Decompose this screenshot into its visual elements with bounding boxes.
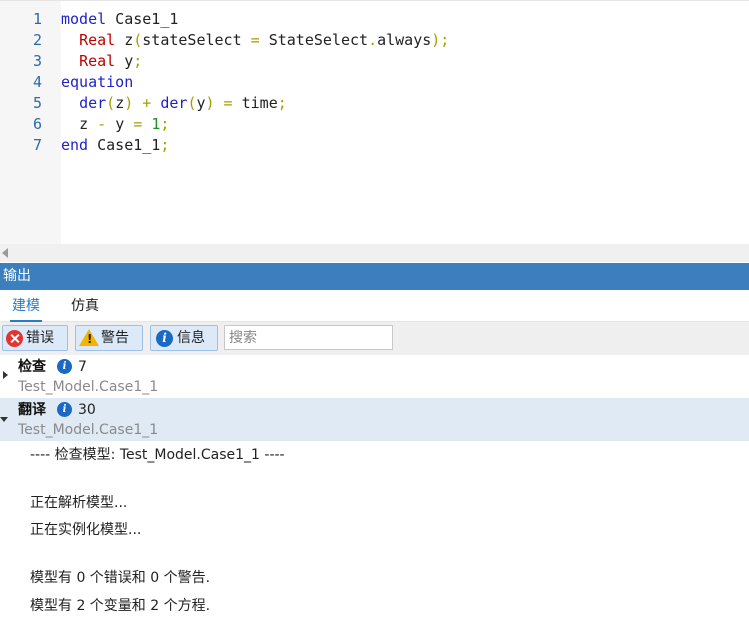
line-number: 1 bbox=[32, 10, 42, 28]
code-token: z bbox=[79, 115, 89, 133]
code-token: . bbox=[368, 31, 378, 49]
code-token: 1 bbox=[151, 115, 161, 133]
collapse-caret-icon[interactable] bbox=[0, 417, 8, 422]
output-toolbar: 错误 ! 警告 i 信息 bbox=[0, 322, 749, 355]
message-group-translate[interactable]: 翻译 i 30 Test_Model.Case1_1 bbox=[0, 398, 749, 441]
log-message: 模型有 0 个错误和 0 个警告. bbox=[30, 570, 211, 586]
code-line-3[interactable]: Real y; bbox=[61, 51, 142, 72]
line-number: 2 bbox=[32, 31, 42, 49]
message-group-title: 检查 bbox=[18, 359, 46, 375]
message-group-model: Test_Model.Case1_1 bbox=[18, 422, 159, 438]
scroll-left-arrow-icon[interactable] bbox=[2, 248, 8, 258]
search-input[interactable] bbox=[224, 325, 393, 350]
code-token: z bbox=[115, 31, 134, 49]
tab-simulation[interactable]: 仿真 bbox=[69, 291, 101, 322]
message-count: 7 bbox=[78, 359, 87, 375]
code-token: - bbox=[88, 115, 116, 133]
code-line-4[interactable]: equation bbox=[61, 72, 133, 93]
line-number: 3 bbox=[32, 52, 42, 70]
code-token: y bbox=[115, 52, 134, 70]
code-token: end bbox=[61, 136, 89, 154]
info-icon: i bbox=[156, 330, 173, 347]
code-token: ); bbox=[431, 31, 450, 49]
code-token: ; bbox=[160, 115, 170, 133]
code-line-1[interactable]: model Case1_1 bbox=[61, 9, 178, 30]
log-message: 模型有 2 个变量和 2 个方程. bbox=[30, 598, 211, 614]
warnings-filter-button[interactable]: ! 警告 bbox=[75, 325, 143, 351]
code-token: model bbox=[61, 10, 107, 28]
message-group-title: 翻译 bbox=[18, 402, 46, 418]
message-group-check[interactable]: 检查 i 7 Test_Model.Case1_1 bbox=[0, 355, 749, 398]
code-token: always bbox=[377, 31, 432, 49]
errors-filter-button[interactable]: 错误 bbox=[2, 325, 68, 351]
code-token: equation bbox=[61, 73, 134, 91]
info-filter-label: 信息 bbox=[177, 330, 205, 346]
code-token: time bbox=[241, 94, 278, 112]
code-token: ( bbox=[106, 94, 116, 112]
code-token: der bbox=[79, 94, 107, 112]
horizontal-scrollbar[interactable] bbox=[0, 244, 749, 262]
info-filter-button[interactable]: i 信息 bbox=[150, 325, 218, 351]
code-token: = bbox=[124, 115, 152, 133]
line-number: 5 bbox=[32, 94, 42, 112]
code-token: stateSelect bbox=[142, 31, 242, 49]
code-token: y bbox=[196, 94, 206, 112]
code-token: StateSelect bbox=[268, 31, 369, 49]
code-token: z bbox=[115, 94, 125, 112]
message-group-model: Test_Model.Case1_1 bbox=[18, 379, 159, 395]
code-token: ( bbox=[133, 31, 143, 49]
code-token: Case1_1 bbox=[106, 10, 179, 28]
warning-mark: ! bbox=[87, 332, 93, 346]
log-message: ---- 检查模型: Test_Model.Case1_1 ---- bbox=[30, 447, 285, 463]
log-message: 正在解析模型... bbox=[30, 495, 128, 511]
line-number: 7 bbox=[32, 136, 42, 154]
output-tabs: 建模 仿真 bbox=[0, 291, 749, 322]
code-token: y bbox=[115, 115, 125, 133]
code-line-5[interactable]: der(z) + der(y) = time; bbox=[61, 93, 287, 114]
code-token: ; bbox=[133, 52, 143, 70]
code-line-6[interactable]: z - y = 1; bbox=[61, 114, 169, 135]
code-token: Real bbox=[79, 52, 116, 70]
line-number: 6 bbox=[32, 115, 42, 133]
code-area[interactable]: model Case1_1 Real z(stateSelect = State… bbox=[61, 1, 749, 245]
warnings-filter-label: 警告 bbox=[101, 330, 129, 346]
line-number: 4 bbox=[32, 73, 42, 91]
code-token: Real bbox=[79, 31, 116, 49]
code-token: ; bbox=[277, 94, 287, 112]
code-line-7[interactable]: end Case1_1; bbox=[61, 135, 169, 156]
line-number-gutter: 1 2 3 4 5 6 7 bbox=[0, 1, 61, 245]
code-token: = bbox=[241, 31, 269, 49]
code-token: ) = bbox=[205, 94, 242, 112]
code-token: der bbox=[160, 94, 188, 112]
code-editor[interactable]: 1 2 3 4 5 6 7 model Case1_1 Real z(state… bbox=[0, 0, 749, 245]
tab-modeling[interactable]: 建模 bbox=[10, 291, 42, 322]
output-panel-title: 输出 bbox=[0, 263, 749, 290]
message-count: 30 bbox=[78, 402, 96, 418]
errors-filter-label: 错误 bbox=[26, 330, 54, 346]
info-icon: i bbox=[57, 359, 72, 374]
code-line-2[interactable]: Real z(stateSelect = StateSelect.always)… bbox=[61, 30, 449, 51]
code-token: Case1_1 bbox=[88, 136, 161, 154]
log-message: 正在实例化模型... bbox=[30, 522, 142, 538]
info-icon: i bbox=[57, 402, 72, 417]
error-icon bbox=[6, 330, 23, 347]
code-token: ; bbox=[160, 136, 170, 154]
expand-caret-icon[interactable] bbox=[3, 371, 8, 379]
code-token: ) + bbox=[124, 94, 161, 112]
